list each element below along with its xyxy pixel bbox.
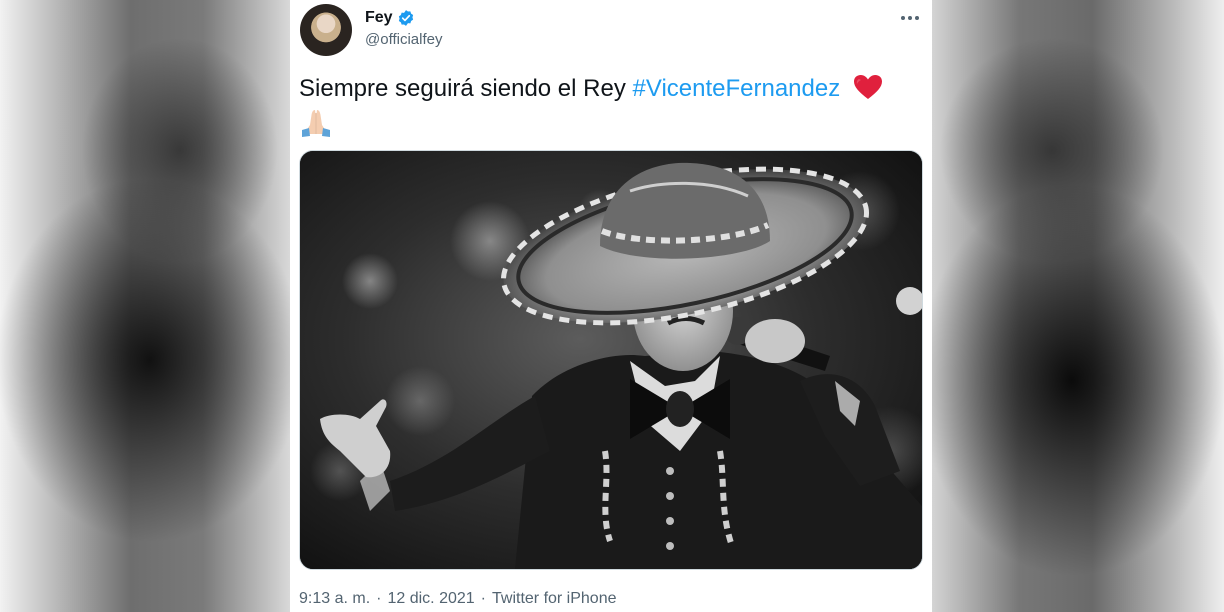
tweet-time[interactable]: 9:13 a. m. [299, 590, 370, 607]
heart-icon [853, 75, 882, 99]
tweet-date[interactable]: 12 dic. 2021 [387, 590, 474, 607]
more-options-icon[interactable] [898, 8, 922, 28]
separator: · [480, 590, 486, 607]
author-name-row: Fey [365, 8, 415, 28]
tweet-text-main: Siempre seguirá siendo el Rey [299, 75, 633, 102]
screenshot-stage: Fey @officialfey Siempre seguirá siendo … [0, 0, 1224, 612]
tweet-card: Fey @officialfey Siempre seguirá siendo … [290, 0, 932, 612]
author-handle[interactable]: @officialfey [365, 31, 442, 48]
tweet-source[interactable]: Twitter for iPhone [492, 590, 617, 607]
blurred-background-right [932, 0, 1224, 612]
tweet-photo[interactable] [299, 150, 923, 570]
verified-badge-icon [398, 10, 413, 26]
hashtag-link[interactable]: #VicenteFernandez [633, 75, 841, 102]
avatar[interactable] [300, 4, 352, 56]
photo-singer-in-sombrero [300, 151, 922, 569]
tweet-text: Siempre seguirá siendo el Rey #VicenteFe… [299, 72, 919, 138]
tweet-metadata: 9:13 a. m. · 12 dic. 2021 · Twitter for iPho… [299, 590, 617, 608]
folded-hands-icon [302, 110, 330, 137]
display-name[interactable]: Fey [365, 9, 393, 27]
separator: · [376, 590, 382, 607]
blurred-background-left [0, 0, 290, 612]
